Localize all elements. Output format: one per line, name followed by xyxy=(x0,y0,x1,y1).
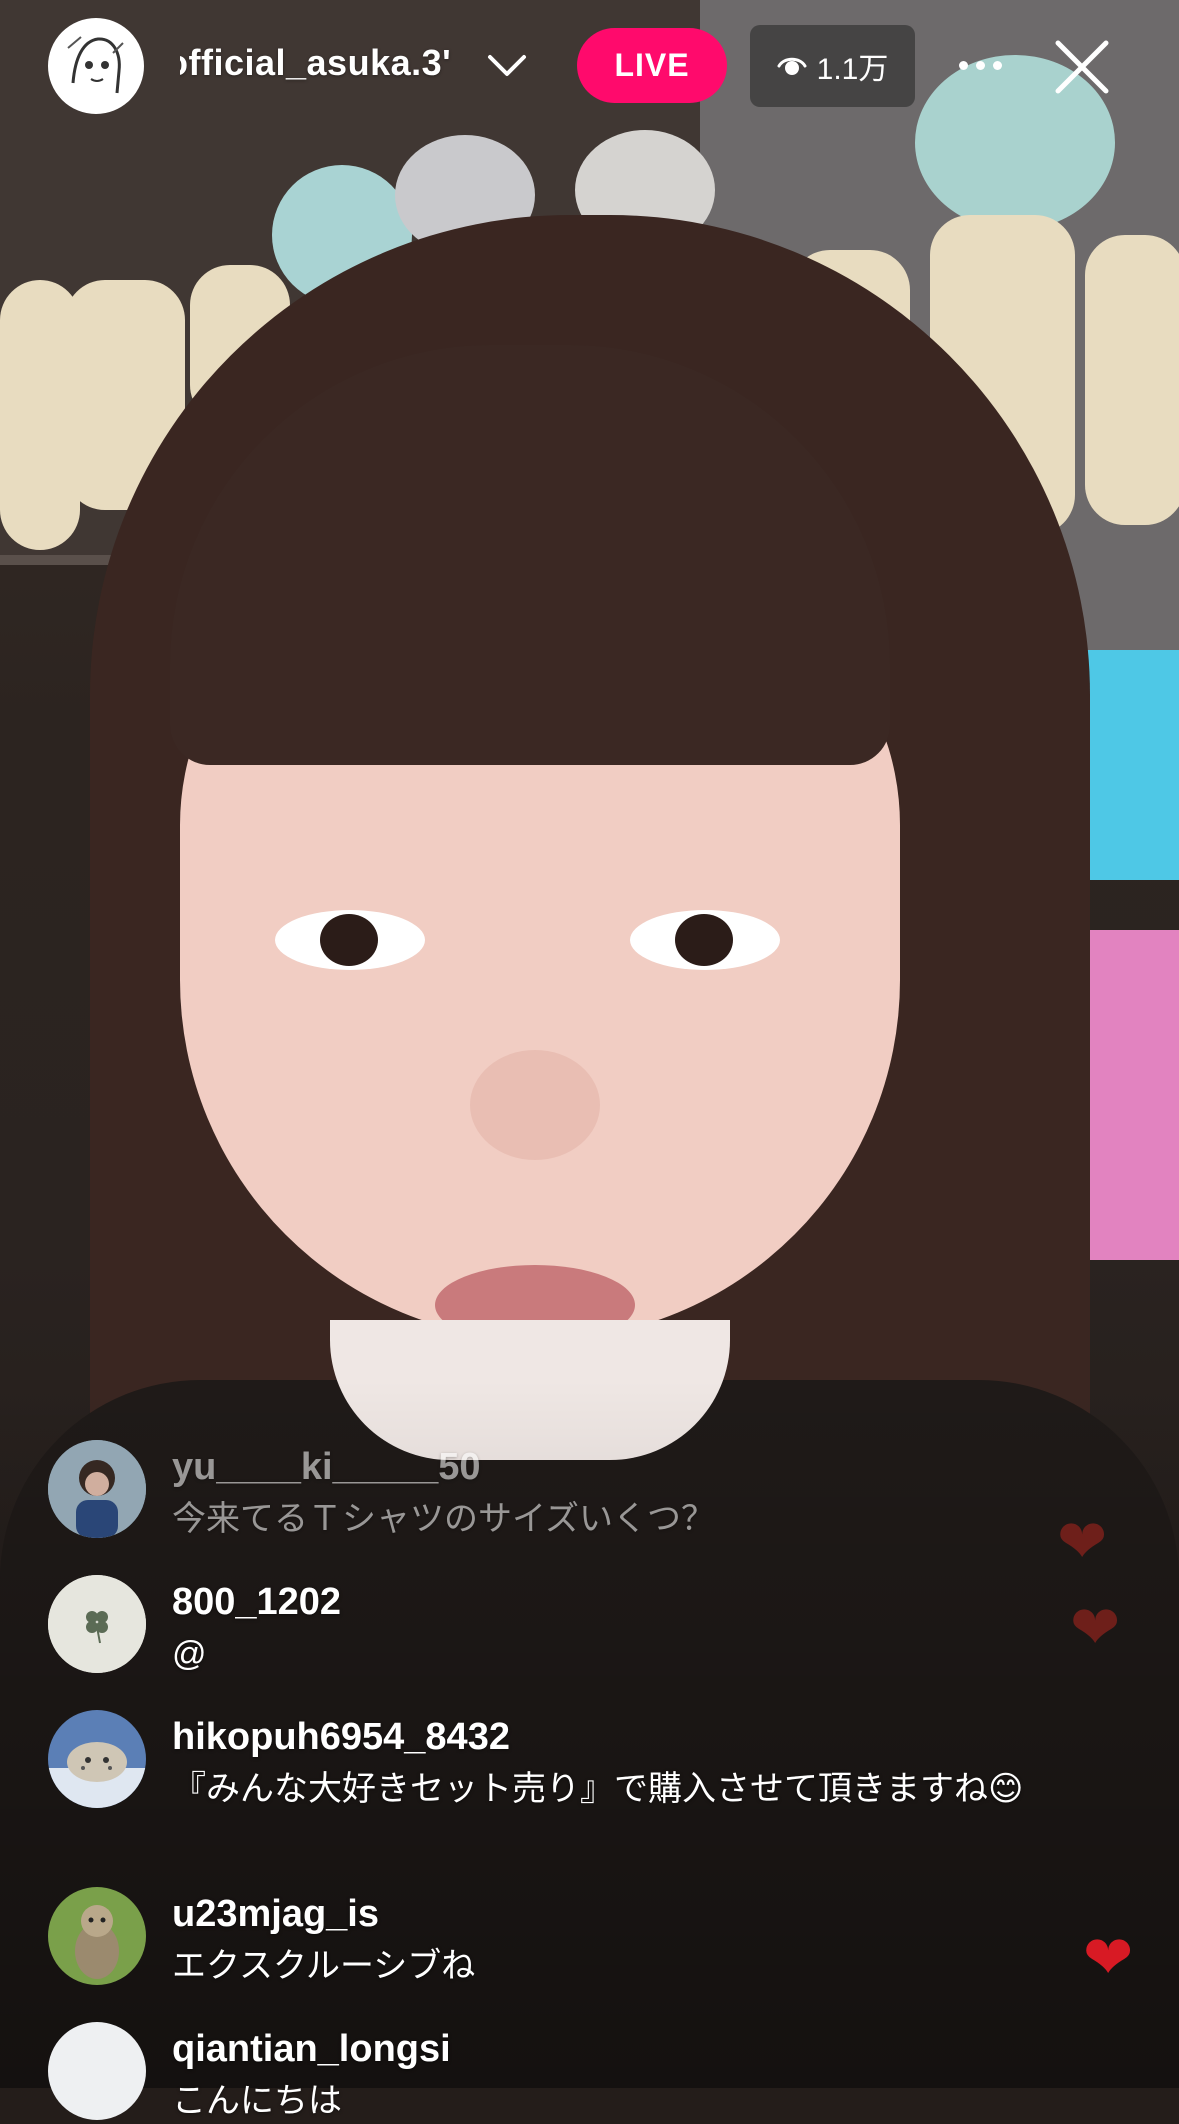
comment-username[interactable]: hikopuh6954_8432 xyxy=(172,1716,510,1759)
comment-text: こんにちは xyxy=(172,2082,342,2120)
comment-username[interactable]: 800_1202 xyxy=(172,1581,341,1624)
heart-icon: ❤ xyxy=(1083,1924,1134,1991)
host-avatar[interactable] xyxy=(48,18,144,114)
streamer-eye xyxy=(630,910,780,970)
comment-username[interactable]: qiantian_longsi xyxy=(172,2028,451,2071)
live-header: official_asuka.3' LIVE 1.1万 xyxy=(0,0,1179,140)
viewer-count-button[interactable]: 1.1万 xyxy=(750,25,915,107)
live-badge: LIVE xyxy=(577,28,727,103)
close-icon[interactable] xyxy=(1050,35,1114,99)
more-options-icon[interactable] xyxy=(950,40,1010,90)
comment-username[interactable]: yu____ki_____50 xyxy=(172,1446,481,1489)
viewer-count: 1.1万 xyxy=(816,53,889,86)
blank-avatar[interactable] xyxy=(48,2022,146,2120)
letter-balloon xyxy=(1085,235,1179,525)
streamer-eye xyxy=(275,910,425,970)
monkey-photo-avatar[interactable] xyxy=(48,1887,146,1985)
comment-text: 今来てるＴシャツのサイズいくつ？ xyxy=(172,1500,715,1538)
comment-text: 『みんな大好きセット売り』で購入させて頂きますね😊 xyxy=(172,1770,1024,1808)
chevron-down-icon[interactable] xyxy=(483,46,531,86)
heart-icon: ❤ xyxy=(1070,1594,1121,1661)
child-photo-avatar[interactable] xyxy=(48,1440,146,1538)
streamer-nose xyxy=(470,1050,600,1160)
clover-icon[interactable] xyxy=(48,1575,146,1673)
sketch-portrait-icon xyxy=(54,24,138,108)
comment-username[interactable]: u23mjag_is xyxy=(172,1893,379,1936)
host-username[interactable]: official_asuka.3' xyxy=(180,42,451,84)
host-username-container[interactable]: official_asuka.3' xyxy=(180,38,470,98)
heart-icon: ❤ xyxy=(1057,1508,1108,1575)
eye-icon xyxy=(777,51,807,81)
comment-text: エクスクルーシブね xyxy=(172,1947,476,1985)
leopard-photo-avatar[interactable] xyxy=(48,1710,146,1808)
comment-text: @ xyxy=(172,1635,207,1673)
